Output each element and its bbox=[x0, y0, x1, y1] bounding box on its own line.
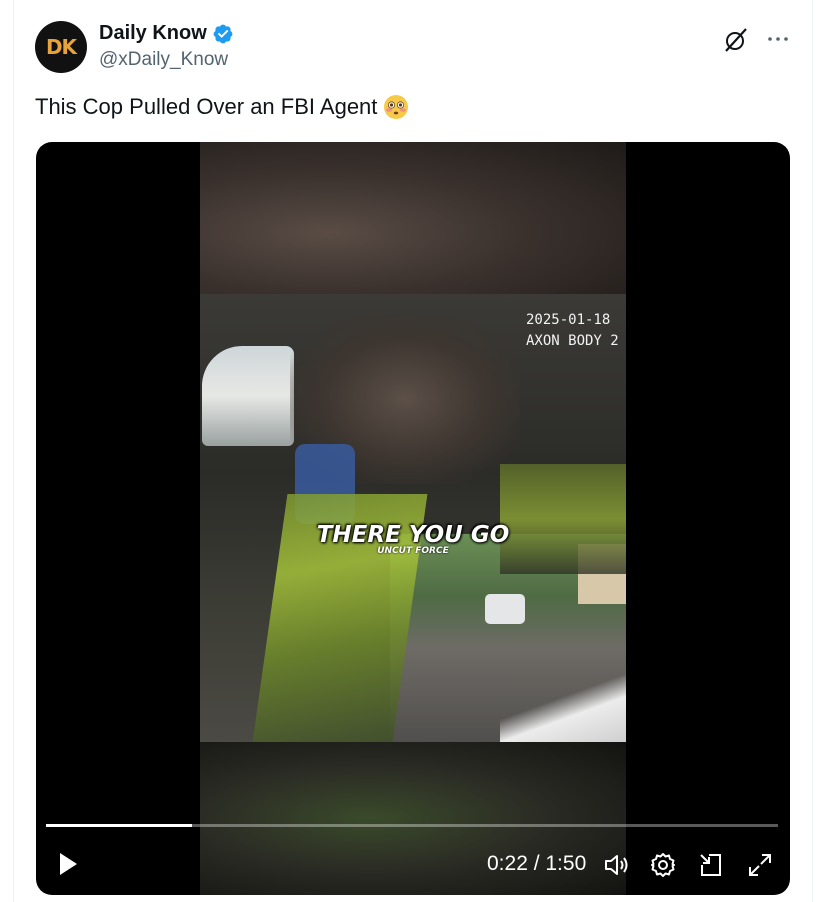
settings-gear-icon[interactable] bbox=[649, 851, 677, 879]
author-name-row: Daily Know bbox=[99, 22, 234, 45]
picture-in-picture-icon[interactable] bbox=[697, 851, 725, 879]
progress-bar[interactable] bbox=[46, 824, 778, 827]
sidewalk bbox=[500, 674, 626, 742]
verified-badge-icon[interactable] bbox=[212, 23, 234, 45]
tweet-text: This Cop Pulled Over an FBI Agent bbox=[35, 94, 409, 120]
avatar[interactable]: DK bbox=[35, 21, 87, 73]
video-player[interactable]: 2025-01-18 AXON BODY 2 THERE YOU GO UNCU… bbox=[36, 142, 790, 895]
more-options-icon[interactable] bbox=[765, 26, 791, 52]
video-frame[interactable]: 2025-01-18 AXON BODY 2 THERE YOU GO UNCU… bbox=[200, 142, 626, 895]
volume-icon[interactable] bbox=[603, 851, 631, 879]
progress-fill bbox=[46, 824, 193, 827]
bodycam-timestamp: 2025-01-18 AXON BODY 2 bbox=[526, 312, 619, 349]
caption-sub-text: UNCUT FORCE bbox=[377, 546, 449, 556]
police-car bbox=[485, 594, 525, 624]
video-caption: THERE YOU GO UNCUT FORCE bbox=[200, 522, 626, 556]
tweet-text-content: This Cop Pulled Over an FBI Agent bbox=[35, 94, 378, 119]
caption-main-text: THERE YOU GO bbox=[316, 522, 510, 548]
flushed-face-emoji-icon bbox=[384, 95, 409, 119]
car-window-view bbox=[202, 346, 294, 446]
author-handle[interactable]: @xDaily_Know bbox=[99, 49, 228, 71]
avatar-logo-text: DK bbox=[45, 35, 77, 59]
display-name[interactable]: Daily Know bbox=[99, 22, 207, 45]
fullscreen-icon[interactable] bbox=[746, 851, 774, 879]
bodycam-footage bbox=[200, 294, 626, 742]
blurred-top-fill bbox=[200, 142, 626, 294]
time-display: 0:22 / 1:50 bbox=[487, 852, 587, 875]
grok-icon[interactable] bbox=[722, 26, 750, 54]
play-icon[interactable] bbox=[52, 849, 82, 879]
